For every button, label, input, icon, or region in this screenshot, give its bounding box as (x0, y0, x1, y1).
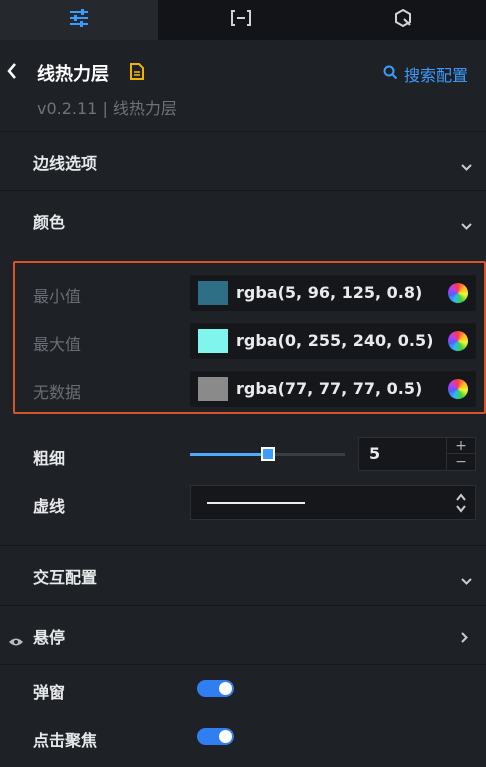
toggle-knob (219, 730, 232, 743)
panel-toolbar (0, 0, 486, 40)
color-row-nodata: 无数据 rgba(77, 77, 77, 0.5) (0, 371, 486, 407)
interaction-icon (393, 8, 413, 32)
chevron-right-icon (461, 628, 468, 647)
section-hover[interactable]: 悬停 (0, 605, 486, 662)
color-wheel-icon[interactable] (448, 379, 468, 399)
thickness-label: 粗细 (33, 449, 66, 468)
section-color[interactable]: 颜色 (0, 190, 486, 247)
back-chevron-icon[interactable] (6, 62, 18, 84)
solid-line-preview (207, 502, 305, 504)
section-label: 交互配置 (33, 568, 98, 587)
color-value: rgba(77, 77, 77, 0.5) (236, 379, 423, 398)
section-interaction[interactable]: 交互配置 (0, 545, 486, 602)
color-wheel-icon[interactable] (448, 331, 468, 351)
thickness-slider[interactable] (190, 447, 345, 461)
search-config-link[interactable]: 搜索配置 (383, 62, 468, 86)
tab-data[interactable] (158, 0, 323, 40)
thickness-value: 5 (369, 444, 381, 463)
color-swatch[interactable] (198, 377, 228, 401)
decrement-button[interactable]: − (447, 454, 475, 470)
section-label: 边线选项 (33, 154, 98, 173)
sliders-icon (69, 9, 89, 31)
search-config-label: 搜索配置 (404, 66, 469, 85)
tab-config[interactable] (0, 0, 158, 40)
color-value: rgba(0, 255, 240, 0.5) (236, 331, 434, 350)
chevron-down-icon (461, 570, 472, 589)
dash-label: 虚线 (33, 497, 66, 516)
popup-toggle[interactable] (197, 680, 234, 697)
bracket-minus-icon (230, 9, 252, 31)
dash-style-select[interactable] (190, 485, 476, 520)
toggle-group (0, 664, 486, 767)
section-label: 悬停 (33, 628, 66, 647)
color-row-label: 无数据 (33, 383, 82, 402)
section-label: 颜色 (33, 213, 66, 232)
thickness-number-input[interactable]: 5 + − (358, 437, 476, 471)
color-wheel-icon[interactable] (448, 283, 468, 303)
eye-icon[interactable] (8, 632, 24, 651)
color-row-max: 最大值 rgba(0, 255, 240, 0.5) (0, 323, 486, 359)
select-arrows-icon (455, 492, 467, 518)
chevron-down-icon (461, 156, 472, 175)
color-input[interactable]: rgba(0, 255, 240, 0.5) (190, 323, 476, 359)
increment-button[interactable]: + (447, 438, 475, 454)
section-edge-options[interactable]: 边线选项 (0, 131, 486, 188)
color-input[interactable]: rgba(77, 77, 77, 0.5) (190, 371, 476, 407)
slider-fill (190, 453, 268, 456)
color-row-label: 最大值 (33, 335, 82, 354)
click-focus-label: 点击聚焦 (33, 731, 98, 750)
color-row-min: 最小值 rgba(5, 96, 125, 0.8) (0, 275, 486, 311)
search-icon (383, 65, 398, 84)
toggle-knob (219, 682, 232, 695)
page-title: 线热力层 (37, 64, 109, 85)
click-focus-toggle[interactable] (197, 728, 234, 745)
color-value: rgba(5, 96, 125, 0.8) (236, 283, 423, 302)
slider-handle[interactable] (260, 447, 275, 461)
document-icon[interactable] (130, 63, 144, 84)
version-text: v0.2.11 | 线热力层 (37, 99, 177, 118)
color-row-label: 最小值 (33, 287, 82, 306)
tab-interaction[interactable] (323, 0, 482, 40)
color-swatch[interactable] (198, 281, 228, 305)
popup-label: 弹窗 (33, 683, 66, 702)
thickness-stepper: + − (446, 438, 475, 470)
color-swatch[interactable] (198, 329, 228, 353)
chevron-down-icon (461, 215, 472, 234)
color-input[interactable]: rgba(5, 96, 125, 0.8) (190, 275, 476, 311)
